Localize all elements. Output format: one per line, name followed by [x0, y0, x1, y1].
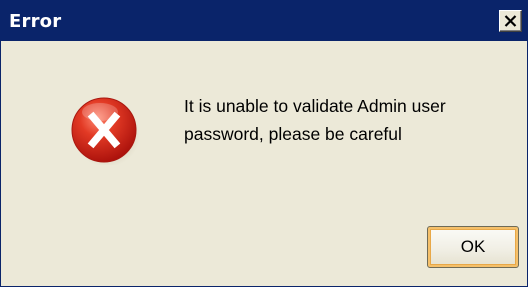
error-icon — [71, 97, 139, 165]
dialog-title: Error — [9, 11, 62, 32]
dialog-body: It is unable to validate Admin user pass… — [1, 41, 527, 286]
ok-button[interactable]: OK — [427, 226, 519, 268]
error-message: It is unable to validate Admin user pass… — [184, 96, 446, 144]
title-bar[interactable]: Error — [1, 1, 527, 41]
close-icon — [504, 15, 517, 27]
close-button[interactable] — [499, 10, 522, 32]
error-dialog: Error It is unable to validate Admin use… — [0, 0, 528, 287]
